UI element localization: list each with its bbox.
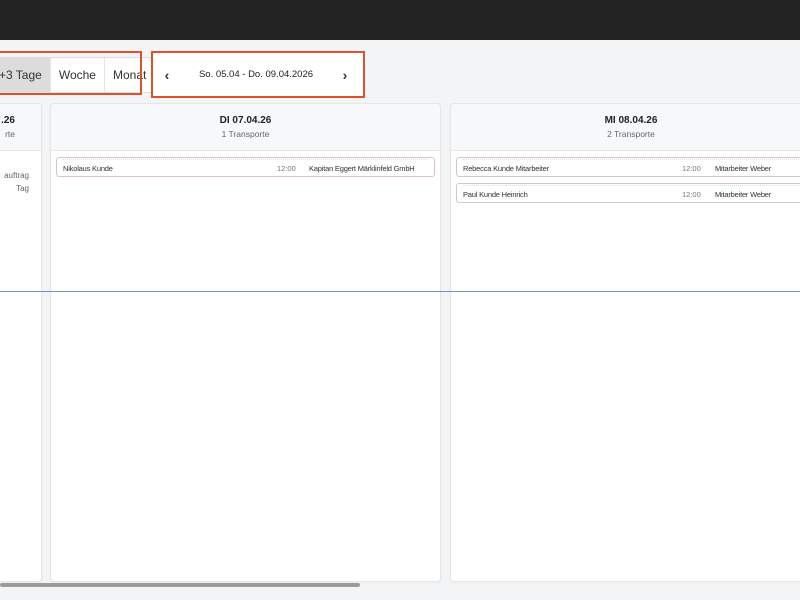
- transport-card-divider: [463, 185, 799, 189]
- transport-time: 12:00: [277, 164, 296, 173]
- top-app-bar: [0, 0, 800, 40]
- transport-card[interactable]: Paul Kunde Heinrich 12:00 Mitarbeiter We…: [456, 183, 800, 203]
- date-nav-highlight: [151, 51, 365, 98]
- day-title: DI 07.04.26: [219, 115, 272, 126]
- day-title: .26: [1, 115, 15, 126]
- transport-assignee: Mitarbeiter Weber: [715, 190, 772, 199]
- transport-customer: Paul Kunde Heinrich: [463, 190, 528, 199]
- transport-card-divider: [463, 159, 799, 163]
- transport-card-divider: [63, 159, 428, 163]
- transport-time: 12:00: [682, 190, 701, 199]
- day-note: auftrag Tag: [4, 169, 29, 195]
- day-transport-count: 2 Transporte: [607, 129, 655, 139]
- day-column-wed: MI 08.04.26 2 Transporte Rebecca Kunde M…: [450, 103, 800, 582]
- transport-card[interactable]: Nikolaus Kunde 12:00 Kapitan Eggert Märk…: [56, 157, 435, 177]
- transport-customer: Nikolaus Kunde: [63, 164, 113, 173]
- transport-customer: Rebecca Kunde Mitarbeiter: [463, 164, 549, 173]
- day-column-sun: .26 rte auftrag Tag: [0, 103, 42, 582]
- day-header: DI 07.04.26 1 Transporte: [51, 104, 440, 151]
- transport-card[interactable]: Rebecca Kunde Mitarbeiter 12:00 Mitarbei…: [456, 157, 800, 177]
- current-time-line: [0, 291, 800, 292]
- day-note-line: auftrag: [4, 171, 29, 180]
- day-note-line: Tag: [16, 184, 29, 193]
- transport-assignee: Mitarbeiter Weber: [715, 164, 772, 173]
- day-header: .26 rte: [0, 104, 41, 151]
- day-transport-count: 1 Transporte: [221, 129, 270, 139]
- horizontal-scrollbar[interactable]: [0, 583, 360, 587]
- day-transport-count: rte: [5, 129, 15, 139]
- day-header: MI 08.04.26 2 Transporte: [451, 104, 800, 151]
- day-title: MI 08.04.26: [604, 115, 658, 126]
- transport-assignee: Kapitan Eggert Märklinfeld GmbH: [309, 164, 415, 173]
- day-column-tue: DI 07.04.26 1 Transporte Nikolaus Kunde …: [50, 103, 441, 582]
- transport-time: 12:00: [682, 164, 701, 173]
- view-switch-highlight: [0, 51, 142, 95]
